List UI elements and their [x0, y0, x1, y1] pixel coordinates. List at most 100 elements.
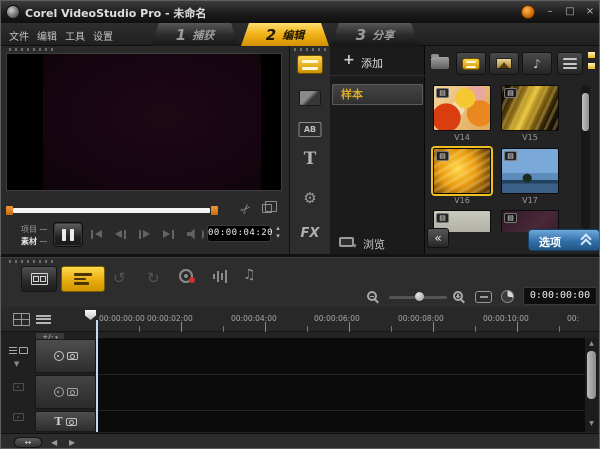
- thumbnail-label: V17: [501, 196, 559, 205]
- title-track-mini-icon[interactable]: [13, 413, 24, 421]
- thumbnail-v17[interactable]: ▤: [501, 148, 559, 194]
- gallery-scrollbar-thumb[interactable]: [582, 93, 589, 131]
- scroll-left-icon[interactable]: ◀: [51, 438, 57, 447]
- drag-handle-dots[interactable]: [294, 48, 328, 51]
- split-clip-icon[interactable]: ✂: [237, 200, 255, 218]
- tab-share[interactable]: 3 分享: [331, 23, 419, 46]
- playhead-line[interactable]: [96, 320, 98, 432]
- timecode-spinner[interactable]: ▴ ▾: [273, 224, 283, 240]
- volume-button[interactable]: [187, 228, 204, 240]
- list-view-icon: [563, 56, 577, 72]
- minimize-button[interactable]: –: [542, 4, 558, 19]
- overlay-track-button[interactable]: [35, 375, 96, 409]
- track-list-icon[interactable]: [35, 313, 52, 326]
- video-clip-badge-icon: ▤: [436, 213, 449, 223]
- storyboard-grid-icon[interactable]: [13, 313, 30, 326]
- filter-library-icon[interactable]: FX: [301, 226, 320, 241]
- graphic-library-icon[interactable]: ⚙: [303, 189, 316, 207]
- record-capture-icon[interactable]: [179, 269, 193, 283]
- options-button[interactable]: 选项: [528, 229, 600, 251]
- tab-edit[interactable]: 2 编辑: [241, 23, 329, 46]
- camera-icon: [67, 352, 78, 360]
- step-tabs: 1 捕获 2 编辑 3 分享: [151, 23, 419, 46]
- clip-mode-label[interactable]: 素材: [21, 236, 47, 247]
- menu-tools[interactable]: 工具: [65, 28, 85, 43]
- tab-capture[interactable]: 1 捕获: [151, 23, 239, 46]
- preview-panel: ✂ 项目 素材 00:00:04:20 ▴ ▾: [1, 46, 289, 254]
- title-library-icon[interactable]: AB: [299, 122, 322, 137]
- corel-guide-icon[interactable]: [521, 5, 535, 19]
- maximize-button[interactable]: □: [562, 4, 578, 19]
- sound-mixer-icon[interactable]: [213, 269, 227, 283]
- storyboard-view-button[interactable]: [21, 266, 57, 292]
- tab-number: 2: [266, 26, 276, 44]
- drag-handle-dots[interactable]: [9, 260, 53, 263]
- go-to-end-button[interactable]: [163, 228, 174, 240]
- thumbnail-v15[interactable]: ▤: [501, 85, 559, 131]
- zoom-out-icon[interactable]: [367, 291, 377, 301]
- spin-down-icon[interactable]: ▾: [276, 232, 280, 240]
- menu-file[interactable]: 文件: [9, 28, 29, 43]
- tab-label: 编辑: [282, 27, 304, 43]
- scroll-down-icon[interactable]: ▼: [587, 420, 596, 427]
- track-dropdown-icon[interactable]: ▼: [14, 360, 19, 368]
- ruler-major-ticks: [97, 322, 585, 332]
- fit-project-icon[interactable]: [475, 291, 492, 303]
- import-folder-icon[interactable]: [431, 57, 449, 69]
- browse-row[interactable]: ▾ 浏览: [330, 231, 425, 254]
- close-button[interactable]: ×: [582, 4, 598, 19]
- zoom-slider-thumb[interactable]: [415, 292, 424, 301]
- filter-video-button[interactable]: [456, 52, 486, 75]
- video-clip-badge-icon: ▤: [436, 151, 449, 161]
- text-library-icon[interactable]: T: [304, 149, 317, 169]
- trim-start-handle[interactable]: [6, 206, 13, 215]
- duration-clock-icon[interactable]: [501, 290, 514, 303]
- category-item-sample[interactable]: 样本: [332, 84, 423, 105]
- sort-list-button[interactable]: [557, 52, 583, 75]
- title-track-button[interactable]: T: [35, 411, 96, 432]
- zoom-in-icon[interactable]: [453, 291, 463, 301]
- timeline-toolbar: ↺ ↻ ♫ 0:00:00:00: [1, 257, 600, 307]
- enlarge-preview-icon[interactable]: [262, 204, 272, 213]
- timeline-vscrollbar-thumb[interactable]: [587, 351, 596, 399]
- media-library-icon[interactable]: [297, 55, 323, 74]
- filter-audio-button[interactable]: ♪: [522, 52, 552, 75]
- video-track-type-icon[interactable]: [9, 345, 28, 356]
- collapse-library-button[interactable]: «: [427, 228, 449, 248]
- drag-handle-dots[interactable]: [9, 48, 53, 51]
- scroll-mode-button[interactable]: ↔: [14, 437, 42, 448]
- thumbnail-v16-selected[interactable]: ▤: [433, 148, 491, 194]
- pause-icon: [62, 229, 66, 241]
- pause-button[interactable]: [53, 222, 83, 247]
- add-category-row[interactable]: + 添加: [330, 46, 425, 76]
- scroll-up-icon[interactable]: ▲: [587, 340, 596, 347]
- project-mode-label[interactable]: 项目: [21, 224, 47, 235]
- video-track-button[interactable]: [35, 339, 96, 373]
- trim-track[interactable]: [13, 208, 210, 213]
- timeline-view-button[interactable]: [61, 266, 105, 292]
- overlay-track-mini-icon[interactable]: [13, 383, 24, 391]
- menu-settings[interactable]: 设置: [93, 28, 113, 43]
- thumbnail-v14[interactable]: ▤: [433, 85, 491, 131]
- video-clip-badge-icon: ▤: [504, 88, 517, 98]
- scroll-right-icon[interactable]: ▶: [69, 438, 75, 447]
- trim-end-handle[interactable]: [211, 206, 218, 215]
- timeline-timecode[interactable]: 0:00:00:00: [523, 287, 597, 305]
- transition-library-icon[interactable]: [299, 90, 321, 106]
- menu-edit[interactable]: 编辑: [37, 28, 57, 43]
- spin-up-icon[interactable]: ▴: [276, 224, 280, 232]
- undo-button[interactable]: ↺: [113, 269, 126, 287]
- filter-photo-button[interactable]: [489, 52, 519, 75]
- redo-button[interactable]: ↻: [147, 269, 160, 287]
- thumbnail-size-toggle[interactable]: [586, 51, 597, 74]
- speaker-icon: [187, 229, 198, 240]
- next-frame-button[interactable]: [139, 228, 150, 240]
- preview-video-area: [6, 53, 282, 191]
- trim-bar[interactable]: [6, 206, 218, 215]
- previous-frame-button[interactable]: [115, 228, 126, 240]
- go-to-start-button[interactable]: [91, 228, 102, 240]
- timeline-tracks-area[interactable]: [97, 338, 585, 432]
- video-filter-icon: [462, 58, 480, 70]
- auto-music-icon[interactable]: ♫: [243, 267, 256, 283]
- preview-timecode[interactable]: 00:00:04:20: [207, 225, 271, 242]
